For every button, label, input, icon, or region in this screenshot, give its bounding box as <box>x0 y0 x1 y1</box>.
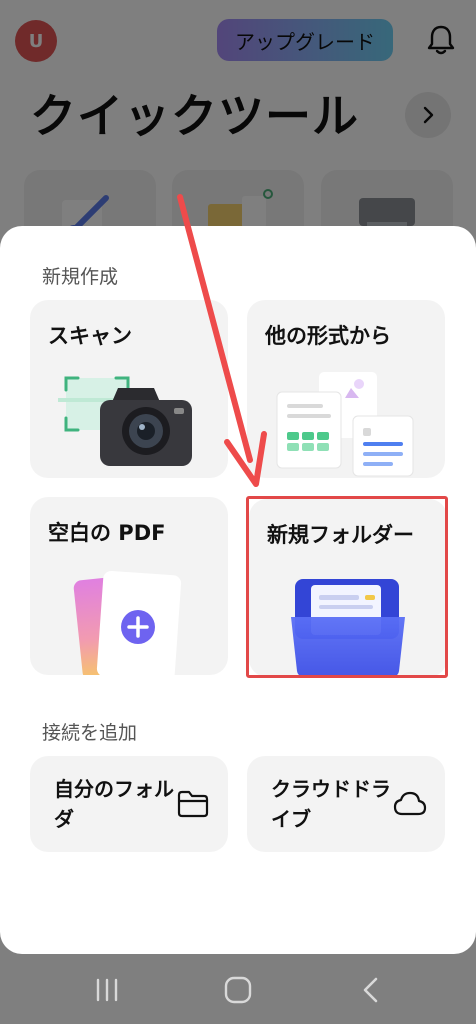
system-nav-bar <box>0 954 476 1024</box>
new-folder-highlight-box <box>246 496 448 678</box>
folder-icon <box>177 790 209 818</box>
scan-card-label: スキャン <box>48 324 132 348</box>
from-other-format-card[interactable]: 他の形式から <box>247 300 445 478</box>
cloud-drive-label: クラウドドライブ <box>271 777 391 831</box>
connect-section-label: 接続を追加 <box>42 722 138 744</box>
my-folder-label: 自分のフォルダ <box>54 777 174 831</box>
blank-pdf-label: 空白の PDF <box>48 521 166 545</box>
cloud-drive-card[interactable]: クラウドドライブ <box>247 756 445 852</box>
home-icon[interactable] <box>221 974 255 1006</box>
cloud-icon <box>393 791 427 816</box>
scan-card[interactable]: スキャン <box>30 300 228 478</box>
from-other-format-label: 他の形式から <box>265 324 391 348</box>
my-folder-card[interactable]: 自分のフォルダ <box>30 756 228 852</box>
recents-icon[interactable] <box>90 974 124 1006</box>
new-section-label: 新規作成 <box>42 266 119 288</box>
back-icon[interactable] <box>355 974 389 1006</box>
blank-pdf-card[interactable]: 空白の PDF <box>30 497 228 675</box>
